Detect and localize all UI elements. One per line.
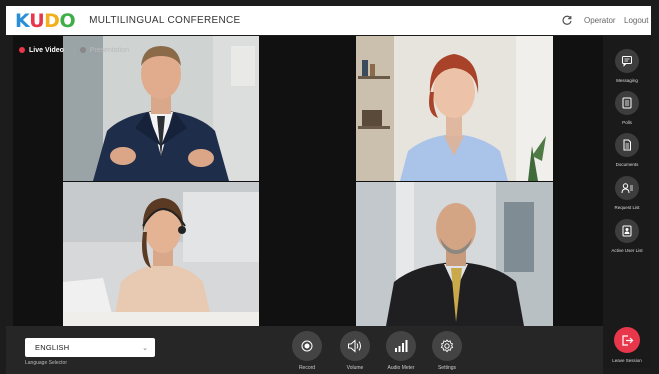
conference-title: MULTILINGUAL CONFERENCE [89,15,241,26]
participant-4-video [356,182,553,326]
sidebar-item-documents[interactable]: Documents [603,133,651,167]
chevron-down-icon: ⌄ [142,344,148,352]
sidebar-item-active-user-list[interactable]: Active User List [603,219,651,253]
audio-meter-button[interactable]: Audio Meter [383,331,419,371]
sidebar-label-messaging: Messaging [616,78,638,83]
kudo-logo: K U D O [15,9,76,32]
sidebar-item-messaging[interactable]: Messaging [603,49,651,83]
stream-tabs: Live Video | Presentation [13,42,129,58]
sidebar-label-active-user-list: Active User List [611,248,643,253]
exit-icon [614,327,640,353]
conference-app: K U D O MULTILINGUAL CONFERENCE Operator… [0,0,659,374]
request-list-icon [615,176,639,200]
logo-letter-k: K [15,9,30,32]
record-icon [292,331,322,361]
leave-session-button[interactable]: Leave Session [603,327,651,363]
live-dot-icon [19,47,25,53]
participant-2-video [356,36,553,181]
record-label: Record [298,365,316,371]
refresh-icon[interactable] [561,15,573,27]
tab-separator: | [73,46,76,54]
participant-3-video [63,182,259,326]
language-select-value: ENGLISH [35,343,70,352]
logout-link[interactable]: Logout [624,16,648,25]
tab-presentation[interactable]: Presentation [79,46,130,54]
video-tile-participant-2[interactable] [356,36,553,181]
active-user-icon [615,219,639,243]
tab-presentation-label: Presentation [89,46,130,54]
volume-label: Volume [346,365,364,371]
sidebar-label-polls: Polls [622,120,632,125]
leave-session-label: Leave Session [612,358,642,363]
language-select[interactable]: ENGLISH ⌄ [25,338,155,357]
settings-label: Settings [437,365,457,371]
tab-live-video[interactable]: Live Video [13,47,70,54]
volume-icon [340,331,370,361]
video-grid [13,36,603,326]
audio-meter-label: Audio Meter [387,365,415,371]
sidebar-item-request-list[interactable]: Request List [603,176,651,210]
settings-button[interactable]: Settings [429,331,465,371]
audio-meter-icon [386,331,416,361]
language-selector-label: Language Selector [25,360,67,366]
volume-button[interactable]: Volume [337,331,373,371]
tab-live-label: Live Video [29,46,64,54]
right-sidebar: Messaging Polls Documents Request List A… [603,36,651,368]
document-icon [615,133,639,157]
polls-icon [615,91,639,115]
video-tile-participant-3[interactable] [63,182,259,326]
operator-link[interactable]: Operator [584,16,616,25]
bottom-control-bar: ENGLISH ⌄ Language Selector Record Volum… [6,326,603,374]
record-button[interactable]: Record [289,331,325,371]
sidebar-label-request-list: Request List [614,205,640,210]
video-tile-participant-4[interactable] [356,182,553,326]
logo-letter-d: D [44,9,60,32]
message-icon [615,49,639,73]
top-bar: K U D O MULTILINGUAL CONFERENCE Operator… [6,6,651,35]
presentation-dot-icon [79,47,86,53]
sidebar-label-documents: Documents [615,162,639,167]
settings-icon [432,331,462,361]
logo-letter-u: U [29,9,45,32]
logo-letter-o: O [59,9,76,32]
sidebar-item-polls[interactable]: Polls [603,91,651,125]
